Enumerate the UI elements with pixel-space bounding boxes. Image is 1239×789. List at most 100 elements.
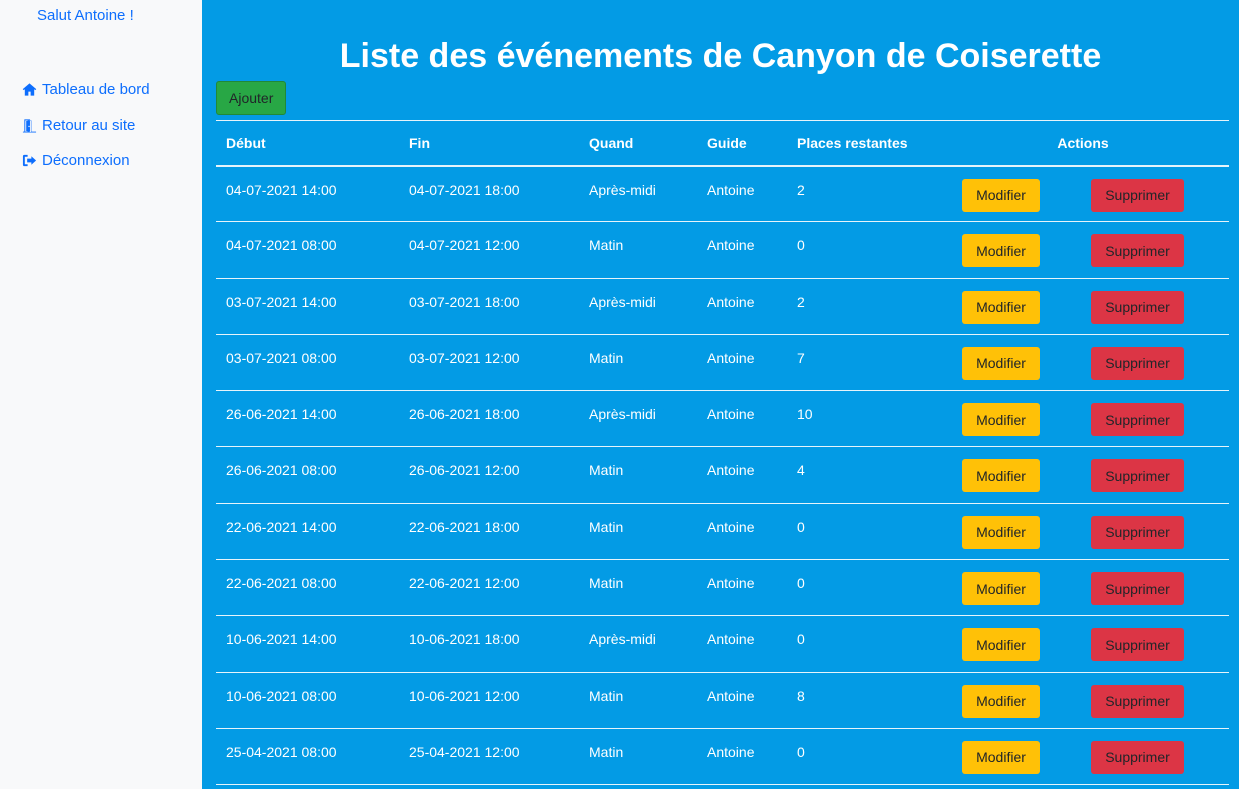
- column-header-start: Début: [226, 134, 266, 151]
- guide-cell: Antoine: [707, 237, 755, 254]
- places-cell: 0: [797, 631, 805, 648]
- actions-group: Modifier Supprimer: [937, 515, 1229, 549]
- column-header-when: Quand: [589, 134, 634, 151]
- start-cell: 26-06-2021 14:00: [226, 406, 337, 423]
- places-cell: 2: [797, 181, 805, 198]
- start-cell: 04-07-2021 08:00: [226, 237, 337, 254]
- edit-button[interactable]: Modifier: [962, 290, 1040, 324]
- logout-link[interactable]: Déconnexion: [22, 152, 130, 169]
- delete-button[interactable]: Supprimer: [1091, 515, 1184, 549]
- when-cell: Matin: [589, 237, 624, 254]
- places-cell: 0: [797, 575, 805, 592]
- places-cell: 4: [797, 462, 805, 479]
- sidebar-item-dashboard: Tableau de bord: [22, 72, 150, 108]
- when-cell: Matin: [589, 687, 624, 704]
- column-header-guide: Guide: [707, 134, 747, 151]
- delete-button[interactable]: Supprimer: [1091, 572, 1184, 606]
- guide-cell: Antoine: [707, 743, 755, 760]
- start-cell: 26-06-2021 08:00: [226, 462, 337, 479]
- delete-button[interactable]: Supprimer: [1091, 403, 1184, 437]
- delete-button[interactable]: Supprimer: [1091, 684, 1184, 718]
- when-cell: Après-midi: [589, 181, 656, 198]
- sidebar-nav: Tableau de bord Retour au site Déconnexi…: [22, 72, 150, 179]
- table-header: Début Fin Quand Guide Places restantes A…: [216, 120, 1229, 166]
- guide-cell: Antoine: [707, 181, 755, 198]
- table-row: 26-06-2021 08:00 26-06-2021 12:00 Matin Ant…: [216, 447, 1229, 504]
- edit-button[interactable]: Modifier: [962, 346, 1040, 380]
- actions-cell: Modifier Supprimer: [937, 222, 1229, 278]
- guide-cell: Antoine: [707, 406, 755, 423]
- page-title: Liste des événements de Canyon de Coiser…: [339, 37, 1102, 75]
- table-row: 03-07-2021 14:00 03-07-2021 18:00 Après-mi…: [216, 278, 1229, 335]
- end-cell: 25-04-2021 12:00: [409, 743, 520, 760]
- column-header-places: Places restantes: [797, 134, 908, 151]
- delete-button[interactable]: Supprimer: [1091, 459, 1184, 493]
- end-cell: 26-06-2021 12:00: [409, 462, 520, 479]
- end-cell: 03-07-2021 18:00: [409, 293, 520, 310]
- end-cell: 22-06-2021 18:00: [409, 518, 520, 535]
- actions-cell: Modifier Supprimer: [937, 391, 1229, 447]
- dashboard-link[interactable]: Tableau de bord: [22, 81, 150, 98]
- when-cell: Après-midi: [589, 293, 656, 310]
- edit-button[interactable]: Modifier: [962, 234, 1040, 268]
- actions-cell: Modifier Supprimer: [937, 672, 1229, 728]
- start-cell: 10-06-2021 08:00: [226, 687, 337, 704]
- edit-button[interactable]: Modifier: [962, 572, 1040, 606]
- actions-group: Modifier Supprimer: [937, 684, 1229, 718]
- delete-button[interactable]: Supprimer: [1091, 234, 1184, 268]
- end-cell: 03-07-2021 12:00: [409, 349, 520, 366]
- when-cell: Matin: [589, 462, 624, 479]
- table-row: 26-06-2021 14:00 26-06-2021 18:00 Après-mi…: [216, 391, 1229, 447]
- actions-group: Modifier Supprimer: [937, 572, 1229, 606]
- places-cell: 0: [797, 237, 805, 254]
- guide-cell: Antoine: [707, 687, 755, 704]
- guide-cell: Antoine: [707, 349, 755, 366]
- start-cell: 10-06-2021 14:00: [226, 631, 337, 648]
- events-table: Début Fin Quand Guide Places restantes A…: [216, 120, 1229, 785]
- places-cell: 10: [797, 406, 813, 423]
- delete-button[interactable]: Supprimer: [1091, 628, 1184, 662]
- door-open-icon: [22, 119, 37, 133]
- end-cell: 04-07-2021 12:00: [409, 237, 520, 254]
- sidebar-item-logout: Déconnexion: [22, 143, 150, 179]
- back-to-site-label: Retour au site: [42, 116, 136, 134]
- end-cell: 26-06-2021 18:00: [409, 406, 520, 423]
- actions-cell: Modifier Supprimer: [937, 728, 1229, 784]
- home-icon: [22, 83, 37, 96]
- edit-button[interactable]: Modifier: [962, 684, 1040, 718]
- back-to-site-link[interactable]: Retour au site: [22, 117, 135, 134]
- actions-group: Modifier Supprimer: [937, 403, 1229, 437]
- dashboard-label: Tableau de bord: [42, 81, 150, 99]
- places-cell: 0: [797, 743, 805, 760]
- logout-label: Déconnexion: [42, 152, 130, 170]
- table-row: 04-07-2021 08:00 04-07-2021 12:00 Matin Ant…: [216, 222, 1229, 279]
- when-cell: Matin: [589, 743, 624, 760]
- when-cell: Après-midi: [589, 406, 656, 423]
- main-content: Liste des événements de Canyon de Coiser…: [202, 0, 1239, 789]
- edit-button[interactable]: Modifier: [962, 178, 1040, 212]
- actions-group: Modifier Supprimer: [937, 234, 1229, 268]
- delete-button[interactable]: Supprimer: [1091, 346, 1184, 380]
- edit-button[interactable]: Modifier: [962, 459, 1040, 493]
- guide-cell: Antoine: [707, 293, 755, 310]
- table-row: 22-06-2021 08:00 22-06-2021 12:00 Matin Ant…: [216, 560, 1229, 616]
- actions-cell: Modifier Supprimer: [937, 560, 1229, 616]
- guide-cell: Antoine: [707, 462, 755, 479]
- greeting-link[interactable]: Salut Antoine !: [37, 7, 134, 24]
- edit-button[interactable]: Modifier: [962, 403, 1040, 437]
- actions-cell: Modifier Supprimer: [937, 616, 1229, 672]
- edit-button[interactable]: Modifier: [962, 740, 1040, 774]
- delete-button[interactable]: Supprimer: [1091, 290, 1184, 324]
- add-button[interactable]: Ajouter: [216, 81, 287, 115]
- start-cell: 03-07-2021 08:00: [226, 349, 337, 366]
- delete-button[interactable]: Supprimer: [1091, 740, 1184, 774]
- edit-button[interactable]: Modifier: [962, 515, 1040, 549]
- end-cell: 04-07-2021 18:00: [409, 181, 520, 198]
- places-cell: 2: [797, 293, 805, 310]
- edit-button[interactable]: Modifier: [962, 628, 1040, 662]
- actions-cell: Modifier Supprimer: [937, 447, 1229, 503]
- guide-cell: Antoine: [707, 575, 755, 592]
- delete-button[interactable]: Supprimer: [1091, 178, 1184, 212]
- actions-cell: Modifier Supprimer: [937, 278, 1229, 334]
- guide-cell: Antoine: [707, 518, 755, 535]
